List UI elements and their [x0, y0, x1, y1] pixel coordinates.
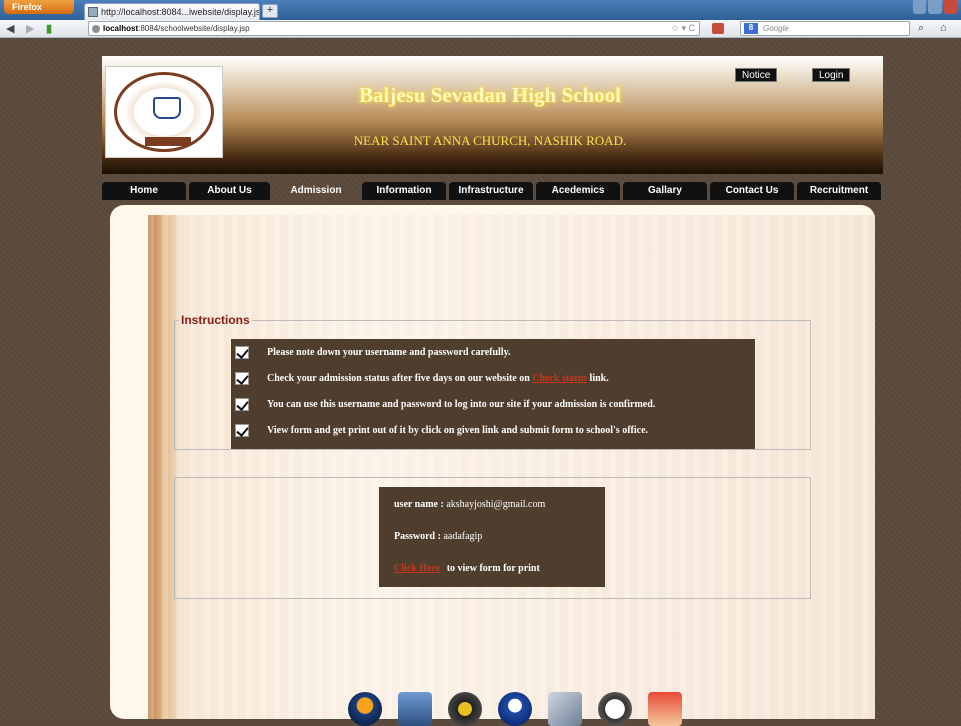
minimize-icon[interactable]	[913, 0, 927, 14]
content-panel: Instructions Please note down your usern…	[110, 205, 875, 726]
forward-arrow-icon[interactable]: ▶	[26, 22, 34, 35]
instructions-fieldset: Instructions Please note down your usern…	[174, 313, 811, 450]
content-inner: Instructions Please note down your usern…	[148, 215, 875, 726]
browser-titlebar: Firefox http://localhost:8084...lwebsite…	[0, 0, 961, 20]
close-icon[interactable]	[943, 0, 957, 14]
window-controls	[913, 0, 957, 14]
menu-recruitment[interactable]: Recruitment	[797, 182, 881, 200]
checkbox-checked-icon	[235, 346, 249, 359]
print-form-text: to view form for print	[446, 563, 540, 574]
school-seal-icon	[114, 72, 214, 152]
main-menu: Home About Us Admission Information Infr…	[102, 182, 883, 200]
instruction-item: Please note down your username and passw…	[231, 345, 755, 371]
bookmark-star-icon[interactable]: ☆ ▾ C	[671, 23, 695, 34]
checkbox-checked-icon	[235, 398, 249, 411]
people-icon[interactable]	[648, 692, 682, 726]
instruction-item: Check your admission status after five d…	[231, 371, 755, 397]
site-header: Baljesu Sevadan High School NEAR SAINT A…	[102, 56, 883, 174]
school-logo	[105, 66, 223, 158]
instruction-text: View form and get print out of it by cli…	[267, 425, 649, 436]
instruction-text: Check your admission status after five d…	[267, 373, 530, 384]
username-value: akshayjoshi@gmail.com	[446, 499, 546, 510]
browser-navbar: ◀ ▶ ▮ localhost:8084/schoolwebsite/displ…	[0, 20, 961, 38]
checkbox-checked-icon	[235, 372, 249, 385]
home-icon[interactable]	[348, 692, 382, 726]
site-identity-icon[interactable]	[92, 25, 100, 33]
tab-favicon-icon	[88, 7, 98, 17]
signal-icon: ▮	[46, 23, 53, 35]
firefox-menu-button[interactable]: Firefox	[4, 0, 74, 14]
instruction-item: You can use this username and password t…	[231, 397, 755, 423]
camera-icon[interactable]	[398, 692, 432, 726]
back-arrow-icon[interactable]: ◀	[6, 22, 14, 35]
search-icon[interactable]: ⌕	[918, 22, 924, 35]
menu-gallary[interactable]: Gallary	[623, 182, 707, 200]
search-placeholder: Google	[763, 24, 789, 33]
instructions-legend: Instructions	[181, 313, 250, 327]
bottom-icon-bar	[348, 686, 682, 726]
click-here-link[interactable]: Click Here	[394, 563, 440, 574]
school-address: NEAR SAINT ANNA CHURCH, NASHIK ROAD.	[353, 133, 627, 148]
url-path: :8084/schoolwebsite/display.jsp	[138, 24, 250, 33]
address-bar[interactable]: localhost:8084/schoolwebsite/display.jsp…	[88, 21, 700, 36]
login-button[interactable]: Login	[812, 68, 851, 82]
print-form-row: Click Here to view form for print	[394, 563, 605, 595]
menu-home[interactable]: Home	[102, 182, 186, 200]
home-browser-icon[interactable]: ⌂	[940, 22, 947, 34]
url-host: localhost	[103, 24, 139, 33]
credentials-frame: user name : akshayjoshi@gmail.com Passwo…	[174, 477, 811, 599]
menu-contact-us[interactable]: Contact Us	[710, 182, 794, 200]
menu-infrastructure[interactable]: Infrastructure	[449, 182, 533, 200]
search-box[interactable]: 8 Google	[740, 21, 910, 36]
page-background: Baljesu Sevadan High School NEAR SAINT A…	[0, 39, 961, 726]
password-value: aadafagip	[443, 531, 483, 542]
instruction-text: You can use this username and password t…	[267, 399, 656, 410]
password-row: Password : aadafagip	[394, 531, 605, 563]
username-row: user name : akshayjoshi@gmail.com	[394, 499, 605, 531]
info-icon[interactable]	[498, 692, 532, 726]
key-icon[interactable]	[598, 692, 632, 726]
instruction-text: link.	[589, 373, 609, 384]
password-label: Password :	[394, 531, 444, 542]
school-name: Baljesu Sevadan High School	[359, 83, 621, 107]
notice-button[interactable]: Notice	[735, 68, 778, 82]
addon-icon[interactable]	[712, 23, 724, 34]
menu-acedemics[interactable]: Acedemics	[536, 182, 620, 200]
username-label: user name :	[394, 499, 447, 510]
instruction-text: Please note down your username and passw…	[267, 347, 511, 358]
credentials-box: user name : akshayjoshi@gmail.com Passwo…	[379, 487, 605, 587]
instructions-box: Please note down your username and passw…	[231, 339, 755, 449]
maximize-icon[interactable]	[928, 0, 942, 14]
disc-icon[interactable]	[448, 692, 482, 726]
instruction-item: View form and get print out of it by cli…	[231, 423, 755, 449]
menu-information[interactable]: Information	[362, 182, 446, 200]
menu-about-us[interactable]: About Us	[189, 182, 270, 200]
menu-admission[interactable]: Admission	[273, 182, 359, 200]
checkbox-checked-icon	[235, 424, 249, 437]
new-tab-button[interactable]: +	[262, 4, 278, 18]
tools-icon[interactable]	[548, 692, 582, 726]
check-status-link[interactable]: Check status	[532, 373, 587, 384]
tab-title: http://localhost:8084...lwebsite/display…	[101, 7, 260, 17]
browser-tab[interactable]: http://localhost:8084...lwebsite/display…	[84, 3, 260, 20]
google-search-engine-icon[interactable]: 8	[744, 23, 758, 34]
